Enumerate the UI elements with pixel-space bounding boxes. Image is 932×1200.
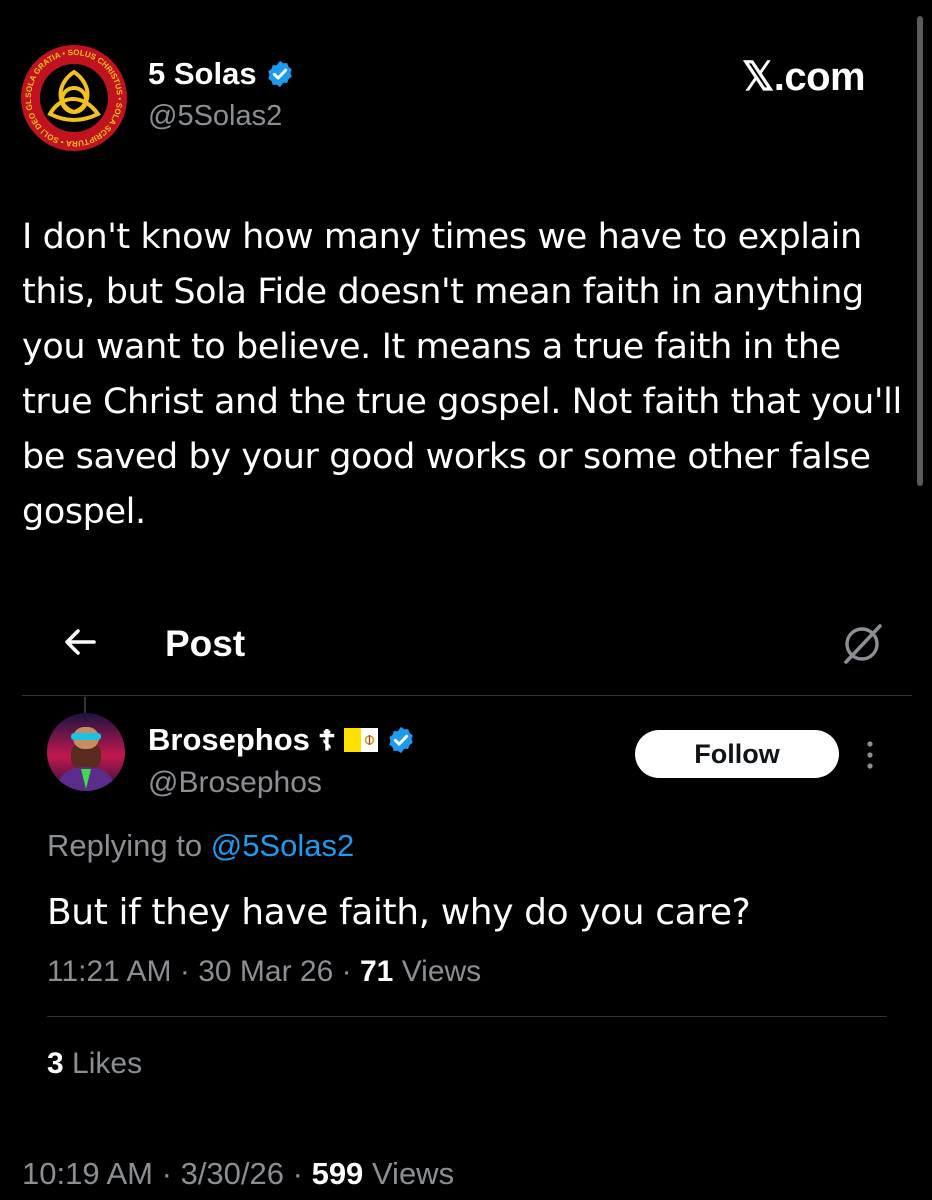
outer-display-name-row: 5 Solas <box>148 56 295 92</box>
reply-meta-line: 11:21 AM · 30 Mar 26 · 71 Views <box>47 955 481 989</box>
nav-divider <box>22 695 912 696</box>
orthodox-cross-symbol: ☦ <box>317 724 337 756</box>
nav-title: Post <box>165 623 246 664</box>
replying-mention-link[interactable]: @5Solas2 <box>211 828 355 863</box>
outer-handle[interactable]: @5Solas2 <box>148 100 282 133</box>
reply-views-label[interactable]: Views <box>402 955 481 988</box>
inner-handle[interactable]: @Brosephos <box>148 766 322 800</box>
five-solas-logo: SOLA GRATIA • SOLUS CHRISTUS • SOLA SCRI… <box>17 37 127 151</box>
outer-display-name[interactable]: 5 Solas <box>148 56 257 92</box>
profile-avatar-5solas[interactable]: SOLA GRATIA • SOLUS CHRISTUS • SOLA SCRI… <box>17 37 128 152</box>
outer-views-count: 599 <box>311 1156 364 1191</box>
meta-separator: · <box>341 955 352 988</box>
likes-label: Likes <box>72 1047 143 1080</box>
vatican-flag-icon <box>344 728 379 752</box>
outer-tweet-text: I don't know how many times we have to e… <box>22 217 902 532</box>
replying-prefix: Replying to <box>47 828 203 863</box>
verified-badge-icon <box>267 60 292 88</box>
inner-display-name-row: Brosephos ☦ <box>148 722 416 758</box>
inner-display-name[interactable]: Brosephos <box>148 722 310 758</box>
brand-watermark: 𝕏.com <box>742 54 866 100</box>
brand-text: 𝕏.com <box>742 55 866 99</box>
reply-likes[interactable]: 3 Likes <box>47 1047 142 1081</box>
meta-separator: · <box>179 955 190 988</box>
profile-avatar-brosephos[interactable] <box>47 713 125 791</box>
reply-divider <box>47 1016 887 1017</box>
grok-icon[interactable] <box>838 620 886 668</box>
meta-separator: · <box>161 1156 172 1191</box>
verified-badge-icon <box>389 726 413 754</box>
scrollbar[interactable] <box>917 16 923 486</box>
reply-text: But if they have faith, why do you care? <box>47 892 751 933</box>
reply-time: 11:21 AM <box>47 955 172 988</box>
outer-views-label[interactable]: Views <box>372 1156 454 1191</box>
outer-date: 3/30/26 <box>180 1156 284 1191</box>
outer-meta-line: 10:19 AM · 3/30/26 · 599 Views <box>22 1156 454 1192</box>
likes-count: 3 <box>47 1047 64 1080</box>
reply-views-count: 71 <box>359 955 394 988</box>
more-options-icon[interactable] <box>860 738 880 772</box>
reply-date: 30 Mar 26 <box>198 955 334 988</box>
follow-button[interactable]: Follow <box>635 730 839 778</box>
outer-time: 10:19 AM <box>22 1156 153 1191</box>
thread-connector-line <box>84 697 86 713</box>
replying-to-line: Replying to @5Solas2 <box>47 828 354 864</box>
arrow-left-icon[interactable] <box>60 622 100 662</box>
meta-separator: · <box>292 1156 303 1191</box>
